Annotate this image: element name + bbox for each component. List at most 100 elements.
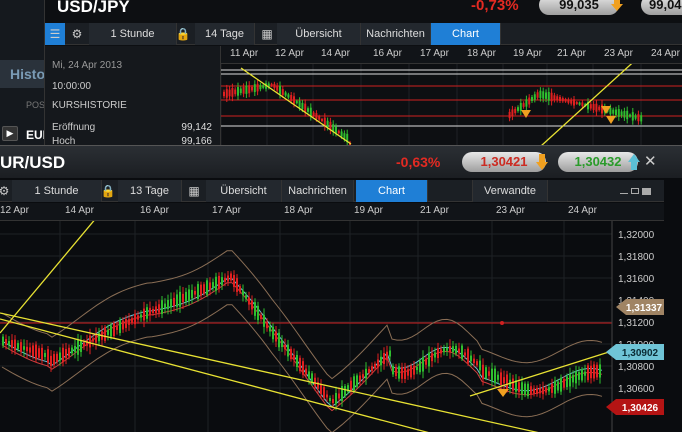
tab-news[interactable]: Nachrichten xyxy=(282,180,354,202)
eurusd-bid-button[interactable]: 1,30421 xyxy=(462,152,546,172)
candle xyxy=(425,359,427,365)
expand-arrow-icon[interactable]: ▶ xyxy=(2,126,18,141)
usdjpy-date-axis: 11 Apr 12 Apr 14 Apr 16 Apr 17 Apr 18 Ap… xyxy=(221,46,682,64)
gear-icon[interactable]: ⚙ xyxy=(0,183,12,199)
minimize-icon[interactable] xyxy=(620,188,628,194)
gear-icon[interactable]: ⚙ xyxy=(69,26,85,42)
usdjpy-chart[interactable] xyxy=(221,64,682,148)
range-select[interactable]: 13 Tage xyxy=(118,180,182,202)
maximize-icon[interactable] xyxy=(642,188,651,195)
candle xyxy=(548,387,550,392)
candle xyxy=(428,352,430,367)
history-tab[interactable]: Histo xyxy=(0,60,50,88)
interval-select[interactable]: 1 Stunde xyxy=(89,23,177,45)
candle xyxy=(296,354,298,368)
candle xyxy=(276,85,279,91)
tab-chart[interactable]: Chart xyxy=(356,180,428,202)
price-tick: 1,31600 xyxy=(618,274,655,285)
candle xyxy=(569,374,571,387)
candle xyxy=(359,375,361,382)
candle xyxy=(38,348,40,358)
candle xyxy=(326,120,329,128)
usdjpy-bid-button[interactable]: 99,035 xyxy=(539,0,619,15)
lock-icon[interactable]: 🔒 xyxy=(100,183,116,199)
candle xyxy=(422,356,424,372)
interval-select[interactable]: 1 Stunde xyxy=(12,180,102,202)
candle xyxy=(517,107,519,111)
candle xyxy=(573,99,575,106)
candle xyxy=(533,388,535,394)
candle xyxy=(301,102,304,110)
eur-list-item[interactable]: EUI xyxy=(26,128,46,142)
candle xyxy=(587,365,589,381)
tab-news[interactable]: Nachrichten xyxy=(361,23,431,45)
candle xyxy=(479,360,481,371)
candle xyxy=(284,92,287,96)
eurusd-chart[interactable]: 1,320001,318001,316001,314001,312001,310… xyxy=(0,221,682,432)
candle xyxy=(53,354,55,365)
candle xyxy=(221,277,223,286)
candle xyxy=(452,346,454,353)
history-open-value: 99,142 xyxy=(181,122,212,133)
candle xyxy=(242,86,245,94)
close-icon[interactable]: ✕ xyxy=(644,152,657,170)
candle xyxy=(71,347,73,354)
date-tick: 14 Apr xyxy=(65,205,94,216)
candle xyxy=(527,383,529,397)
candle xyxy=(431,353,433,362)
candle xyxy=(521,382,523,395)
candle xyxy=(320,384,322,394)
list-icon[interactable]: ☰ xyxy=(45,23,65,45)
candle xyxy=(506,374,508,389)
candle xyxy=(371,366,373,371)
candle xyxy=(122,320,124,330)
related-button[interactable]: Verwandte xyxy=(472,180,548,202)
candle xyxy=(134,313,136,325)
candle xyxy=(176,294,178,307)
candle xyxy=(592,104,595,110)
candle xyxy=(170,298,172,308)
candle xyxy=(251,300,253,310)
history-date: Mi, 24 Apr 2013 xyxy=(52,60,123,71)
candle xyxy=(167,300,169,309)
candle xyxy=(253,84,256,93)
tab-overview[interactable]: Übersicht xyxy=(277,23,361,45)
candle xyxy=(578,102,581,105)
candle xyxy=(557,381,559,391)
candle xyxy=(17,343,19,349)
candle xyxy=(564,99,567,102)
candle xyxy=(338,393,340,399)
candle xyxy=(629,114,631,117)
eurusd-ask-button[interactable]: 1,30432 xyxy=(558,152,638,172)
tab-overview[interactable]: Übersicht xyxy=(206,180,282,202)
candle xyxy=(152,309,154,313)
candle xyxy=(524,383,526,395)
candle xyxy=(528,97,531,105)
candle xyxy=(620,111,623,116)
candle xyxy=(623,111,626,118)
candle xyxy=(239,88,242,94)
candle xyxy=(149,307,151,316)
candle xyxy=(44,353,46,357)
candle xyxy=(401,367,403,379)
candle xyxy=(578,372,580,380)
tab-chart[interactable]: Chart xyxy=(431,23,501,45)
candle xyxy=(224,277,226,282)
candle xyxy=(272,326,274,340)
candle xyxy=(500,372,502,385)
calendar-icon[interactable]: ▦ xyxy=(186,183,202,199)
candle xyxy=(536,92,539,98)
usdjpy-window: USD/JPY -0,73% 99,035 99,04 ☰ ⚙ 1 Stunde… xyxy=(44,0,682,148)
candle xyxy=(110,325,112,337)
restore-icon[interactable] xyxy=(631,188,639,194)
date-tick: 18 Apr xyxy=(467,48,496,59)
candle xyxy=(308,371,310,379)
usdjpy-ask-button[interactable]: 99,04 xyxy=(641,0,682,15)
calendar-icon[interactable]: ▦ xyxy=(259,26,275,42)
range-select[interactable]: 14 Tage xyxy=(195,23,255,45)
candle xyxy=(315,113,318,119)
candle xyxy=(497,374,499,380)
candle xyxy=(335,392,337,405)
candle xyxy=(356,375,358,387)
lock-icon[interactable]: 🔒 xyxy=(175,26,191,42)
